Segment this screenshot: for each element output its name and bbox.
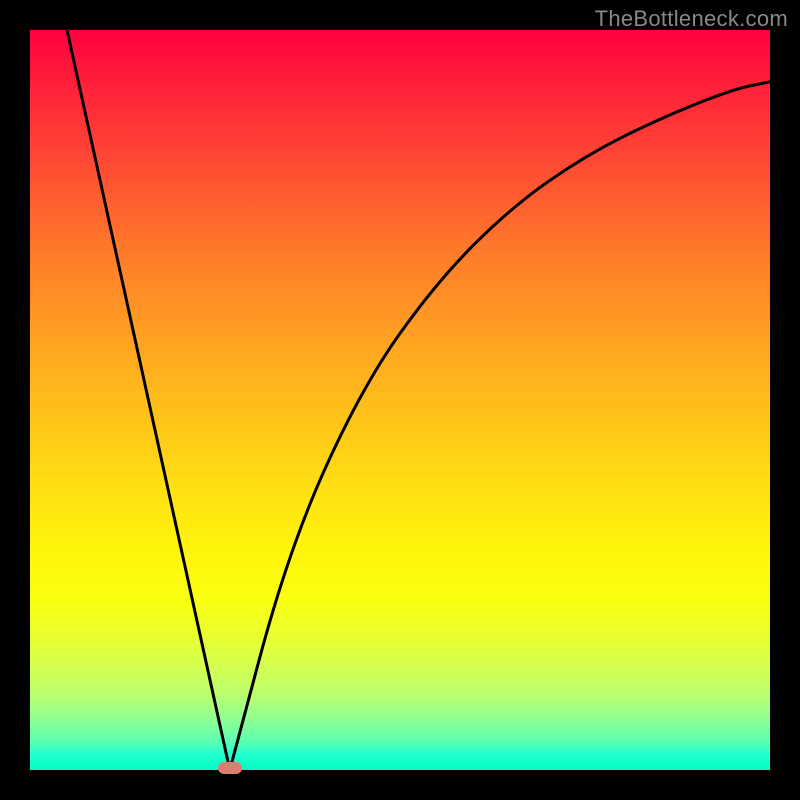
watermark-text: TheBottleneck.com bbox=[595, 6, 788, 32]
optimum-marker bbox=[218, 762, 242, 774]
bottleneck-curve bbox=[30, 30, 770, 770]
